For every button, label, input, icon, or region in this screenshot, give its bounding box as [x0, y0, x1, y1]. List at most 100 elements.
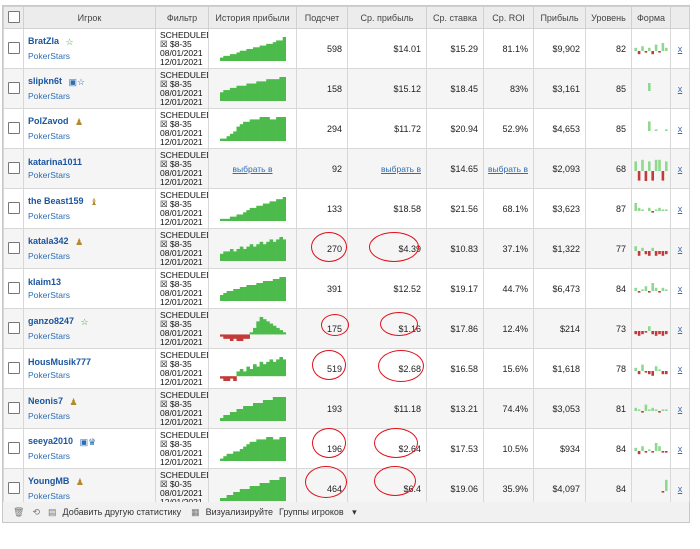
remove-row-button[interactable]: x — [678, 164, 683, 174]
player-name-link[interactable]: the Beast159 — [28, 196, 84, 206]
row-checkbox[interactable] — [7, 481, 20, 494]
row-checkbox-cell[interactable] — [3, 108, 24, 149]
remove-row-button[interactable]: x — [678, 404, 683, 414]
player-groups-dropdown[interactable]: Группы игроков ▾ — [279, 507, 357, 518]
filter-cell[interactable]: SCHEDULED ☒ $8-35 08/01/2021 12/01/2021 — [155, 188, 209, 229]
remove-row-cell[interactable]: x — [670, 28, 690, 69]
table-row[interactable]: the Beast159 ♝ PokerStars SCHEDULED ☒ $8… — [3, 188, 690, 229]
remove-row-button[interactable]: x — [678, 204, 683, 214]
col-level[interactable]: Уровень — [585, 6, 632, 29]
remove-row-button[interactable]: x — [678, 84, 683, 94]
remove-row-cell[interactable]: x — [670, 388, 690, 429]
filter-cell[interactable]: SCHEDULED ☒ $8-35 08/01/2021 12/01/2021 — [155, 148, 209, 189]
table-row[interactable]: PolZavod ♟ PokerStars SCHEDULED ☒ $8-35 … — [3, 108, 690, 149]
player-name-link[interactable]: slipkn6t — [28, 76, 62, 86]
table-row[interactable]: klaim13 PokerStars SCHEDULED ☒ $8-35 08/… — [3, 268, 690, 309]
row-checkbox[interactable] — [7, 161, 20, 174]
col-player[interactable]: Игрок — [23, 6, 156, 29]
table-row[interactable]: ganzo8247 ☆ PokerStars SCHEDULED ☒ $8-35… — [3, 308, 690, 349]
remove-row-cell[interactable]: x — [670, 148, 690, 189]
remove-row-button[interactable]: x — [678, 324, 683, 334]
table-row[interactable]: BratZla ☆ PokerStars SCHEDULED ☒ $8-35 0… — [3, 28, 690, 69]
table-row[interactable]: katarina1011 PokerStars SCHEDULED ☒ $8-3… — [3, 148, 690, 189]
remove-row-button[interactable]: x — [678, 484, 683, 494]
row-checkbox-cell[interactable] — [3, 308, 24, 349]
select-all-checkbox-cell[interactable] — [3, 6, 24, 29]
col-avg-roi[interactable]: Ср. ROI — [483, 6, 534, 29]
row-checkbox[interactable] — [7, 441, 20, 454]
player-name-link[interactable]: Neonis7 — [28, 396, 63, 406]
col-count[interactable]: Подсчет — [296, 6, 348, 29]
row-checkbox-cell[interactable] — [3, 28, 24, 69]
row-checkbox-cell[interactable] — [3, 388, 24, 429]
player-name-link[interactable]: katala342 — [28, 236, 69, 246]
filter-cell[interactable]: SCHEDULED ☒ $8-35 08/01/2021 12/01/2021 — [155, 108, 209, 149]
col-avg-stake[interactable]: Ср. ставка — [426, 6, 484, 29]
row-checkbox-cell[interactable] — [3, 188, 24, 229]
row-checkbox[interactable] — [7, 81, 20, 94]
row-checkbox[interactable] — [7, 281, 20, 294]
remove-row-button[interactable]: x — [678, 44, 683, 54]
remove-row-cell[interactable]: x — [670, 108, 690, 149]
row-checkbox[interactable] — [7, 401, 20, 414]
refresh-icon[interactable]: ⟲ — [32, 507, 40, 518]
player-name-link[interactable]: seeya2010 — [28, 436, 73, 446]
remove-row-button[interactable]: x — [678, 124, 683, 134]
table-row[interactable]: slipkn6t ▣☆ PokerStars SCHEDULED ☒ $8-35… — [3, 68, 690, 109]
remove-row-cell[interactable]: x — [670, 428, 690, 469]
row-checkbox[interactable] — [7, 321, 20, 334]
row-checkbox[interactable] — [7, 41, 20, 54]
table-row[interactable]: seeya2010 ▣♛ PokerStars SCHEDULED ☒ $8-3… — [3, 428, 690, 469]
table-row[interactable]: Neonis7 ♟ PokerStars SCHEDULED ☒ $8-35 0… — [3, 388, 690, 429]
row-checkbox[interactable] — [7, 201, 20, 214]
player-name-link[interactable]: PolZavod — [28, 116, 69, 126]
trash-icon[interactable]: 🗑 — [13, 507, 24, 518]
col-form[interactable]: Форма — [631, 6, 671, 29]
choose-link[interactable]: выбрать в — [381, 164, 421, 174]
filter-cell[interactable]: SCHEDULED ☒ $8-35 08/01/2021 12/01/2021 — [155, 388, 209, 429]
visualize-button[interactable]: Визуализируйте — [206, 507, 273, 517]
remove-row-cell[interactable]: x — [670, 348, 690, 389]
remove-row-button[interactable]: x — [678, 284, 683, 294]
row-checkbox[interactable] — [7, 361, 20, 374]
remove-row-cell[interactable]: x — [670, 68, 690, 109]
filter-cell[interactable]: SCHEDULED ☒ $8-35 08/01/2021 12/01/2021 — [155, 68, 209, 109]
remove-row-button[interactable]: x — [678, 364, 683, 374]
remove-row-button[interactable]: x — [678, 444, 683, 454]
choose-link[interactable]: выбрать в — [488, 164, 528, 174]
col-profit-history[interactable]: История прибыли — [208, 6, 297, 29]
player-name-link[interactable]: HousMusik777 — [28, 357, 91, 367]
filter-cell[interactable]: SCHEDULED ☒ $8-35 08/01/2021 12/01/2021 — [155, 348, 209, 389]
filter-cell[interactable]: SCHEDULED ☒ $8-35 08/01/2021 12/01/2021 — [155, 268, 209, 309]
filter-cell[interactable]: SCHEDULED ☒ $8-35 08/01/2021 12/01/2021 — [155, 28, 209, 69]
row-checkbox-cell[interactable] — [3, 428, 24, 469]
filter-cell[interactable]: SCHEDULED ☒ $8-35 08/01/2021 12/01/2021 — [155, 428, 209, 469]
remove-row-cell[interactable]: x — [670, 228, 690, 269]
player-name-link[interactable]: klaim13 — [28, 277, 61, 287]
remove-row-cell[interactable]: x — [670, 308, 690, 349]
add-stat-button[interactable]: Добавить другую статистику — [63, 507, 182, 517]
row-checkbox[interactable] — [7, 241, 20, 254]
player-name-link[interactable]: YoungMB — [28, 476, 69, 486]
row-checkbox-cell[interactable] — [3, 68, 24, 109]
player-name-link[interactable]: BratZla — [28, 36, 59, 46]
player-name-link[interactable]: katarina1011 — [28, 157, 82, 167]
col-filter[interactable]: Фильтр — [155, 6, 209, 29]
table-row[interactable]: HousMusik777 PokerStars SCHEDULED ☒ $8-3… — [3, 348, 690, 389]
player-name-link[interactable]: ganzo8247 — [28, 316, 74, 326]
filter-cell[interactable]: SCHEDULED ☒ $8-35 08/01/2021 12/01/2021 — [155, 228, 209, 269]
remove-row-cell[interactable]: x — [670, 268, 690, 309]
col-avg-profit[interactable]: Ср. прибыль — [347, 6, 427, 29]
row-checkbox-cell[interactable] — [3, 268, 24, 309]
row-checkbox-cell[interactable] — [3, 148, 24, 189]
row-checkbox-cell[interactable] — [3, 228, 24, 269]
row-checkbox[interactable] — [7, 121, 20, 134]
remove-row-cell[interactable]: x — [670, 188, 690, 229]
table-row[interactable]: katala342 ♟ PokerStars SCHEDULED ☒ $8-35… — [3, 228, 690, 269]
choose-link[interactable]: выбрать в — [233, 164, 273, 174]
col-profit[interactable]: Прибыль — [533, 6, 586, 29]
filter-cell[interactable]: SCHEDULED ☒ $8-35 08/01/2021 12/01/2021 — [155, 308, 209, 349]
row-checkbox-cell[interactable] — [3, 348, 24, 389]
remove-row-button[interactable]: x — [678, 244, 683, 254]
select-all-checkbox[interactable] — [7, 10, 20, 23]
